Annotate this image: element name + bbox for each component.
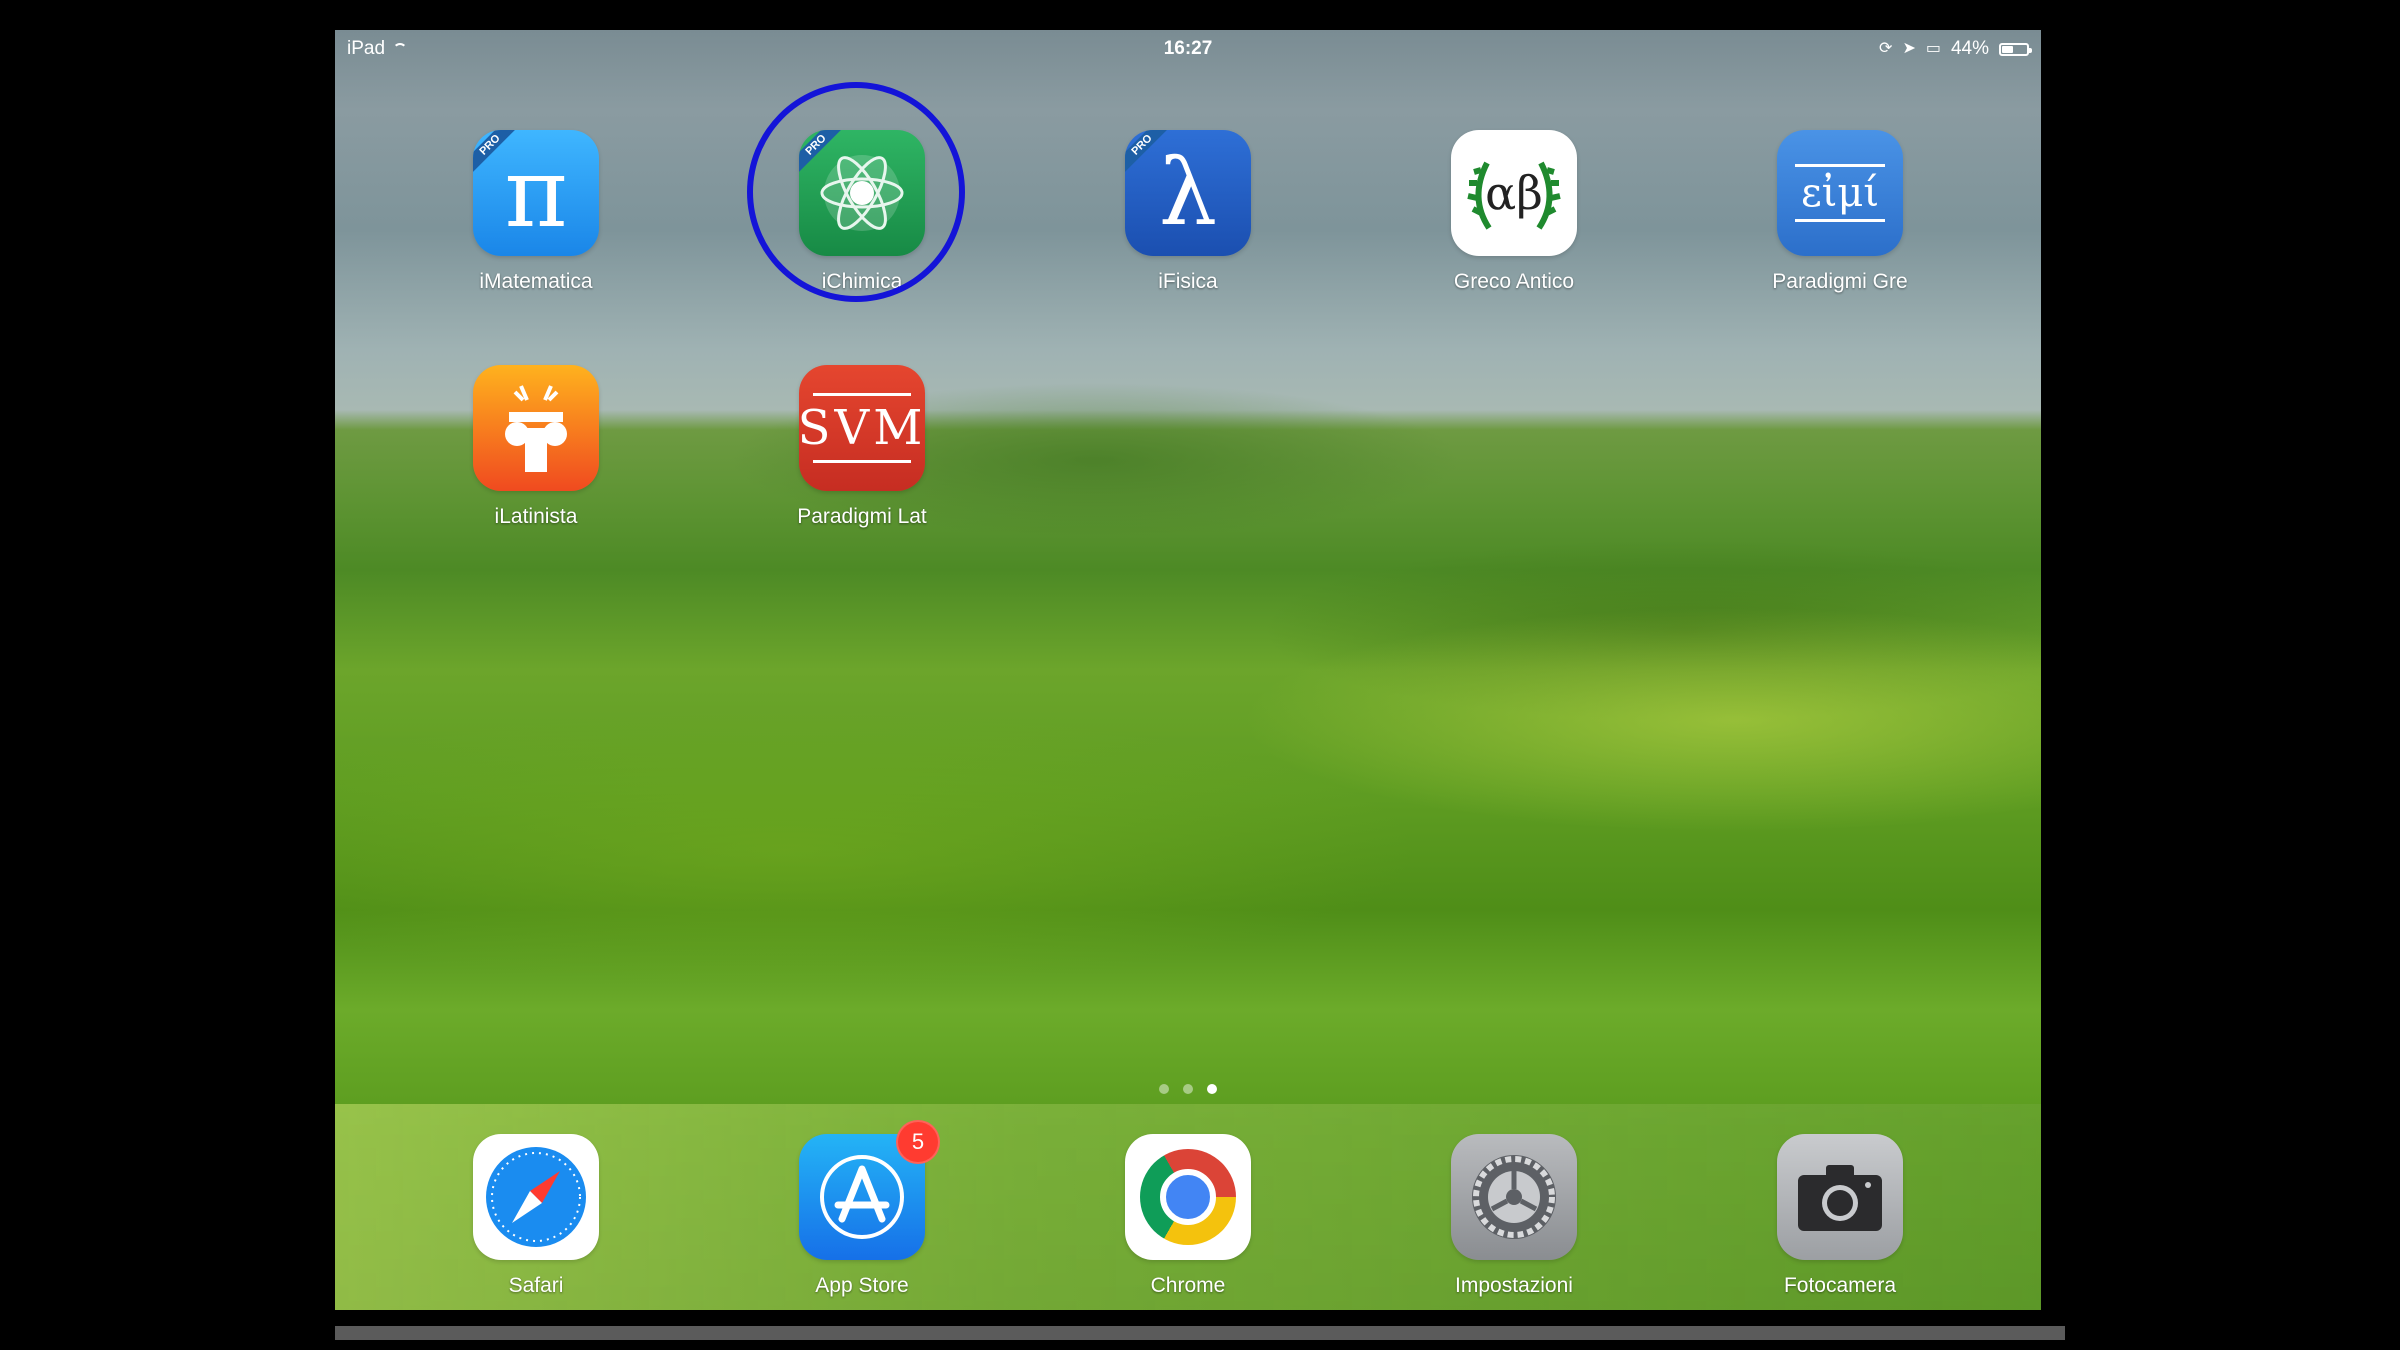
location-icon: ➤ xyxy=(1902,40,1916,57)
app-label: Impostazioni xyxy=(1455,1274,1573,1297)
app-paradigmi-gre[interactable]: εἰμί Paradigmi Gre xyxy=(1740,130,1940,310)
video-progress-bar[interactable] xyxy=(335,1326,2065,1340)
app-ilatinista[interactable]: iLatinista xyxy=(436,365,636,545)
laurel-icon: αβ xyxy=(1451,130,1577,256)
ipad-home-screen: iPad 16:27 ⟳ ➤ ▭ 44% PRO π iMatematica P… xyxy=(335,30,2041,1310)
camera-glyph xyxy=(1798,1165,1882,1231)
app-label: iMatematica xyxy=(479,270,593,293)
dock: Safari 5 App Store Chrome Impostazioni F… xyxy=(335,1104,2041,1310)
highlight-circle xyxy=(747,82,965,302)
dock-app-app-store[interactable]: 5 App Store xyxy=(762,1120,962,1310)
page-indicator[interactable] xyxy=(335,1084,2041,1094)
greek-word-icon: εἰμί xyxy=(1777,130,1903,256)
app-imatematica[interactable]: PRO π iMatematica xyxy=(436,130,636,310)
app-store-glyph xyxy=(820,1155,904,1239)
app-glyph: π xyxy=(504,137,568,249)
app-label: App Store xyxy=(815,1274,909,1297)
lambda-icon: PRO λ xyxy=(1125,130,1251,256)
chrome-icon xyxy=(1125,1134,1251,1260)
page-dot[interactable] xyxy=(1183,1084,1193,1094)
column-icon xyxy=(473,365,599,491)
notification-badge: 5 xyxy=(896,1120,940,1164)
app-label: iFisica xyxy=(1158,270,1218,293)
app-glyph: αβ xyxy=(1485,166,1543,220)
pi-icon: PRO π xyxy=(473,130,599,256)
dock-app-fotocamera[interactable]: Fotocamera xyxy=(1740,1134,1940,1310)
airplay-icon: ▭ xyxy=(1925,40,1941,57)
app-label: Paradigmi Gre xyxy=(1772,270,1908,293)
camera-icon xyxy=(1777,1134,1903,1260)
clock: 16:27 xyxy=(1163,38,1213,59)
page-dot-active[interactable] xyxy=(1207,1084,1217,1094)
chrome-ring xyxy=(1140,1149,1236,1245)
dock-app-chrome[interactable]: Chrome xyxy=(1088,1134,1288,1310)
app-glyph: SVM xyxy=(799,400,925,456)
app-glyph: εἰμί xyxy=(1800,170,1880,216)
compass-icon xyxy=(473,1134,599,1260)
battery-icon xyxy=(1999,42,2032,56)
gear-glyph xyxy=(1472,1155,1556,1239)
app-label: Paradigmi Lat xyxy=(797,505,927,528)
app-glyph: λ xyxy=(1158,139,1218,246)
app-ifisica[interactable]: PRO λ iFisica xyxy=(1088,130,1288,310)
dock-app-impostazioni[interactable]: Impostazioni xyxy=(1414,1134,1614,1310)
svm-icon: SVM xyxy=(799,365,925,491)
status-bar: iPad 16:27 ⟳ ➤ ▭ 44% xyxy=(335,30,2041,66)
app-label: Safari xyxy=(508,1274,564,1297)
page-dot[interactable] xyxy=(1159,1084,1169,1094)
compass-glyph xyxy=(486,1147,586,1247)
app-label: iLatinista xyxy=(494,505,578,528)
app-label: Greco Antico xyxy=(1453,270,1575,293)
gear-icon xyxy=(1451,1134,1577,1260)
app-paradigmi-lat[interactable]: SVM Paradigmi Lat xyxy=(762,365,962,545)
app-greco-antico[interactable]: αβ Greco Antico xyxy=(1414,130,1614,310)
ionic-column-glyph xyxy=(505,385,567,472)
orientation-lock-icon: ⟳ xyxy=(1879,40,1893,57)
app-label: Chrome xyxy=(1150,1274,1226,1297)
battery-percent: 44% xyxy=(1950,38,1989,59)
dock-app-safari[interactable]: Safari xyxy=(436,1134,636,1310)
app-label: Fotocamera xyxy=(1783,1274,1897,1297)
battery-fill xyxy=(2002,45,2013,53)
